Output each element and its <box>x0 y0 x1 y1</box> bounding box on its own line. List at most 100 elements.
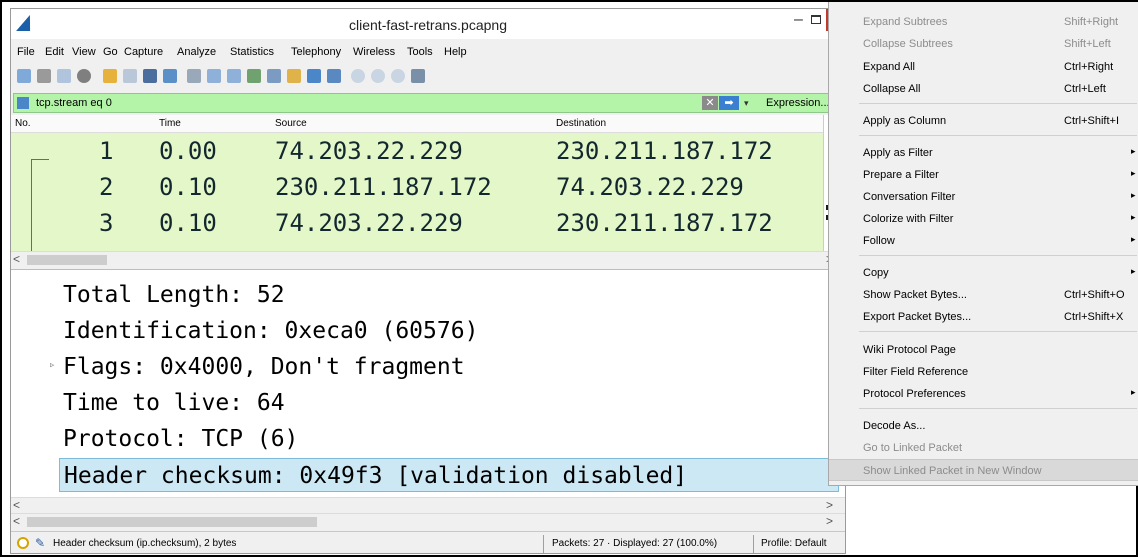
menu-item-decode-as[interactable]: Decode As... <box>829 415 1138 437</box>
menu-item-show-packet-bytes[interactable]: Show Packet Bytes... Ctrl+Shift+O <box>829 284 1138 306</box>
go-back-icon[interactable] <box>207 69 221 83</box>
menu-item-label: Apply as Filter <box>863 147 933 159</box>
menu-statistics[interactable]: Statistics <box>230 46 274 58</box>
menu-item-label: Copy <box>863 267 889 279</box>
open-file-icon[interactable] <box>103 69 117 83</box>
find-packet-icon[interactable] <box>187 69 201 83</box>
apply-filter-icon[interactable]: ➡ <box>719 96 739 110</box>
stop-capture-icon[interactable] <box>37 69 51 83</box>
menu-item-filter-field-reference[interactable]: Filter Field Reference <box>829 361 1138 383</box>
menu-go[interactable]: Go <box>103 46 118 58</box>
save-file-icon[interactable] <box>123 69 137 83</box>
column-destination[interactable]: Destination <box>556 118 606 129</box>
scroll-left-icon[interactable]: < <box>13 514 20 528</box>
menu-analyze[interactable]: Analyze <box>177 46 216 58</box>
menu-file[interactable]: File <box>17 46 35 58</box>
clear-filter-icon[interactable]: ✕ <box>702 96 718 110</box>
bookmark-icon[interactable] <box>17 97 29 109</box>
column-time[interactable]: Time <box>159 118 181 129</box>
menu-item-export-packet-bytes[interactable]: Export Packet Bytes... Ctrl+Shift+X <box>829 306 1138 328</box>
restart-capture-icon[interactable] <box>57 69 71 83</box>
bytes-scrollbar[interactable]: < > <box>11 513 845 529</box>
reload-file-icon[interactable] <box>163 69 177 83</box>
detail-row[interactable]: Identification: 0xeca0 (60576) <box>63 314 478 348</box>
scrollbar-thumb[interactable] <box>27 517 317 527</box>
scroll-left-icon[interactable]: < <box>13 498 20 512</box>
menu-item-expand-subtrees[interactable]: Expand Subtrees Shift+Right <box>829 11 1138 33</box>
menu-item-wiki-protocol-page[interactable]: Wiki Protocol Page <box>829 339 1138 361</box>
go-forward-icon[interactable] <box>227 69 241 83</box>
maximize-button[interactable] <box>811 15 821 24</box>
column-source[interactable]: Source <box>275 118 307 129</box>
packet-list-scrollbar[interactable]: < > <box>11 251 845 267</box>
packet-list-header: No. Time Source Destination <box>11 115 823 133</box>
menu-item-protocol-preferences[interactable]: Protocol Preferences ▸ <box>829 383 1138 405</box>
menu-item-colorize-with-filter[interactable]: Colorize with Filter ▸ <box>829 208 1138 230</box>
details-scrollbar[interactable]: < > <box>11 497 845 513</box>
menu-wireless[interactable]: Wireless <box>353 46 395 58</box>
submenu-arrow-icon: ▸ <box>1131 234 1136 244</box>
submenu-arrow-icon: ▸ <box>1131 387 1136 397</box>
menu-separator <box>859 255 1137 256</box>
detail-row[interactable]: Flags: 0x4000, Don't fragment <box>63 350 465 384</box>
menu-capture[interactable]: Capture <box>124 46 163 58</box>
selected-detail-row[interactable]: Header checksum: 0x49f3 [validation disa… <box>59 458 839 492</box>
detail-row[interactable]: Total Length: 52 <box>63 278 285 312</box>
detail-row[interactable]: Time to live: 64 <box>63 386 285 420</box>
colorize-icon[interactable] <box>327 69 341 83</box>
menu-item-show-linked-packet-new-window[interactable]: Show Linked Packet in New Window <box>829 459 1138 481</box>
display-filter-bar[interactable]: tcp.stream eq 0 ✕ ➡ ▾ Expression... <box>13 93 833 113</box>
packet-row[interactable]: 1 0.00 74.203.22.229 230.211.187.172 <box>11 133 823 169</box>
main-toolbar <box>11 65 845 89</box>
menu-item-apply-as-filter[interactable]: Apply as Filter ▸ <box>829 142 1138 164</box>
expression-button[interactable]: Expression... <box>766 97 830 109</box>
column-no[interactable]: No. <box>15 118 31 129</box>
title-bar: client-fast-retrans.pcapng – <box>11 9 845 39</box>
capture-comment-icon[interactable]: ✎ <box>35 536 45 550</box>
menu-item-label: Show Linked Packet in New Window <box>863 465 1042 477</box>
filter-history-dropdown[interactable]: ▾ <box>744 96 756 110</box>
menu-item-go-to-linked-packet[interactable]: Go to Linked Packet <box>829 437 1138 459</box>
first-packet-icon[interactable] <box>267 69 281 83</box>
menu-view[interactable]: View <box>72 46 96 58</box>
scrollbar-thumb[interactable] <box>27 255 107 265</box>
menu-item-prepare-a-filter[interactable]: Prepare a Filter ▸ <box>829 164 1138 186</box>
packet-time: 0.10 <box>159 209 217 237</box>
close-file-icon[interactable] <box>143 69 157 83</box>
menu-item-collapse-subtrees[interactable]: Collapse Subtrees Shift+Left <box>829 33 1138 55</box>
menu-item-collapse-all[interactable]: Collapse All Ctrl+Left <box>829 78 1138 100</box>
menu-item-label: Wiki Protocol Page <box>863 344 956 356</box>
autoscroll-icon[interactable] <box>307 69 321 83</box>
menu-item-conversation-filter[interactable]: Conversation Filter ▸ <box>829 186 1138 208</box>
zoom-in-icon[interactable] <box>351 69 365 83</box>
last-packet-icon[interactable] <box>287 69 301 83</box>
packet-row[interactable]: 3 0.10 74.203.22.229 230.211.187.172 <box>11 205 823 241</box>
menu-item-follow[interactable]: Follow ▸ <box>829 230 1138 252</box>
scroll-right-icon[interactable]: > <box>826 514 833 528</box>
capture-options-icon[interactable] <box>77 69 91 83</box>
menu-item-expand-all[interactable]: Expand All Ctrl+Right <box>829 56 1138 78</box>
minimize-button[interactable]: – <box>794 11 803 29</box>
zoom-out-icon[interactable] <box>371 69 385 83</box>
packet-row[interactable]: 2 0.10 230.211.187.172 74.203.22.229 <box>11 169 823 205</box>
go-to-packet-icon[interactable] <box>247 69 261 83</box>
menu-item-label: Decode As... <box>863 420 926 432</box>
menu-tools[interactable]: Tools <box>407 46 433 58</box>
scroll-left-icon[interactable]: < <box>13 252 20 266</box>
menu-item-copy[interactable]: Copy ▸ <box>829 262 1138 284</box>
menu-edit[interactable]: Edit <box>45 46 64 58</box>
profile-selector[interactable]: Profile: Default <box>761 538 827 549</box>
menu-telephony[interactable]: Telephony <box>291 46 341 58</box>
menu-item-label: Apply as Column <box>863 115 947 127</box>
expert-info-icon[interactable] <box>17 537 29 549</box>
scroll-right-icon[interactable]: > <box>826 498 833 512</box>
normal-size-icon[interactable] <box>391 69 405 83</box>
start-capture-icon[interactable] <box>17 69 31 83</box>
display-filter-input[interactable]: tcp.stream eq 0 <box>36 97 112 109</box>
packet-count-text: Packets: 27 · Displayed: 27 (100.0%) <box>552 538 718 549</box>
detail-row[interactable]: Protocol: TCP (6) <box>63 422 298 456</box>
menu-help[interactable]: Help <box>444 46 467 58</box>
menu-item-apply-as-column[interactable]: Apply as Column Ctrl+Shift+I <box>829 110 1138 132</box>
expand-triangle-icon[interactable]: ▹ <box>49 358 56 371</box>
resize-columns-icon[interactable] <box>411 69 425 83</box>
